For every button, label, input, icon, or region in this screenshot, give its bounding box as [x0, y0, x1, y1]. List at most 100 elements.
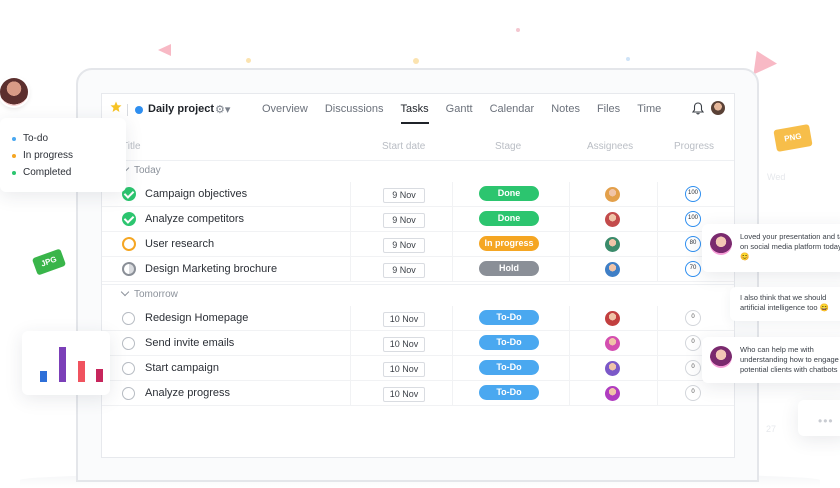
calendar-day-number: 27 — [766, 424, 777, 434]
task-title[interactable]: Start campaign — [145, 362, 219, 374]
progress-indicator: 0 — [685, 335, 701, 351]
divider — [452, 306, 453, 331]
task-row[interactable]: Design Marketing brochure 9 Nov Hold 70 — [102, 257, 734, 282]
task-row[interactable]: Start campaign 10 Nov To-Do 0 — [102, 356, 734, 381]
start-date-field[interactable]: 10 Nov — [383, 387, 425, 402]
task-title[interactable]: Analyze competitors — [145, 213, 244, 225]
task-row[interactable]: Send invite emails 10 Nov To-Do 0 — [102, 331, 734, 356]
stage-badge[interactable]: To-Do — [479, 310, 539, 325]
divider — [350, 356, 351, 381]
tab-tasks[interactable]: Tasks — [400, 94, 429, 126]
task-title[interactable]: Campaign objectives — [145, 188, 247, 200]
task-status-icon[interactable] — [122, 362, 135, 375]
divider — [452, 207, 453, 232]
progress-indicator: 70 — [685, 261, 701, 277]
divider — [569, 182, 570, 207]
task-row[interactable]: User research 9 Nov In progress 80 — [102, 232, 734, 257]
stage-badge[interactable]: To-Do — [479, 360, 539, 375]
stage-badge[interactable]: To-Do — [479, 335, 539, 350]
task-title[interactable]: Send invite emails — [145, 337, 234, 349]
divider — [350, 331, 351, 356]
divider — [102, 284, 734, 285]
team-member-avatar — [0, 78, 28, 106]
divider — [657, 381, 658, 406]
chart-bar — [59, 347, 66, 382]
task-title[interactable]: Design Marketing brochure — [145, 263, 277, 275]
divider — [657, 306, 658, 331]
progress-indicator: 0 — [685, 310, 701, 326]
stage-badge[interactable]: In progress — [479, 236, 539, 251]
column-header-start-date: Start date — [382, 141, 426, 152]
tab-discussions[interactable]: Discussions — [325, 94, 384, 126]
chat-message-text: Loved your presentation and take on soci… — [740, 232, 840, 261]
chat-message-text: Who can help me with understanding how t… — [740, 345, 839, 374]
assignee-avatar[interactable] — [605, 336, 620, 351]
task-status-icon[interactable] — [122, 262, 136, 276]
assignee-avatar[interactable] — [605, 311, 620, 326]
divider — [350, 306, 351, 331]
stage-badge[interactable]: Done — [479, 211, 539, 226]
tab-time[interactable]: Time — [637, 94, 661, 126]
section-label: Tomorrow — [134, 289, 178, 300]
assignee-avatar[interactable] — [605, 361, 620, 376]
task-status-icon[interactable] — [122, 212, 136, 226]
start-date-field[interactable]: 10 Nov — [383, 312, 425, 327]
stage-badge[interactable]: Done — [479, 186, 539, 201]
task-row[interactable]: Analyze competitors 9 Nov Done 100 — [102, 207, 734, 232]
divider — [350, 182, 351, 207]
divider — [569, 356, 570, 381]
bell-icon[interactable] — [692, 102, 704, 115]
progress-indicator: 80 — [685, 236, 701, 252]
tab-files[interactable]: Files — [597, 94, 620, 126]
task-row[interactable]: Analyze progress 10 Nov To-Do 0 — [102, 381, 734, 406]
row-divider — [102, 405, 734, 406]
section-header[interactable]: Today — [102, 160, 734, 181]
stage-badge[interactable]: Hold — [479, 261, 539, 276]
task-status-icon[interactable] — [122, 387, 135, 400]
user-avatar[interactable] — [711, 101, 725, 115]
divider — [657, 207, 658, 232]
dot-decoration — [626, 57, 630, 61]
completed-dot — [12, 170, 16, 175]
start-date-field[interactable]: 9 Nov — [383, 263, 425, 278]
tab-gantt[interactable]: Gantt — [446, 94, 473, 126]
start-date-field[interactable]: 10 Nov — [383, 337, 425, 352]
assignee-avatar[interactable] — [605, 187, 620, 202]
section-header[interactable]: Tomorrow — [102, 284, 734, 305]
tab-calendar[interactable]: Calendar — [490, 94, 535, 126]
task-status-icon[interactable] — [122, 312, 135, 325]
progress-indicator: 0 — [685, 385, 701, 401]
tab-notes[interactable]: Notes — [551, 94, 580, 126]
stage-badge[interactable]: To-Do — [479, 385, 539, 400]
assignee-avatar[interactable] — [605, 262, 620, 277]
divider — [569, 381, 570, 406]
chart-bar — [78, 361, 85, 382]
star-icon[interactable] — [110, 101, 122, 113]
assignee-avatar[interactable] — [605, 386, 620, 401]
dot-decoration — [516, 28, 520, 32]
divider — [569, 331, 570, 356]
png-file-badge: PNG — [773, 124, 813, 152]
start-date-field[interactable]: 9 Nov — [383, 238, 425, 253]
task-row[interactable]: Redesign Homepage 10 Nov To-Do 0 — [102, 306, 734, 331]
task-row[interactable]: Campaign objectives 9 Nov Done 100 — [102, 182, 734, 207]
task-title[interactable]: Redesign Homepage — [145, 312, 248, 324]
assignee-avatar[interactable] — [605, 212, 620, 227]
start-date-field[interactable]: 9 Nov — [383, 188, 425, 203]
progress-indicator: 100 — [685, 186, 701, 202]
tab-overview[interactable]: Overview — [262, 94, 308, 126]
task-title[interactable]: Analyze progress — [145, 387, 230, 399]
project-settings-icon[interactable]: ⚙▾ — [215, 103, 230, 116]
task-title[interactable]: User research — [145, 238, 214, 250]
divider — [657, 356, 658, 381]
section-label: Today — [134, 165, 161, 176]
project-title[interactable]: Daily project — [148, 103, 214, 115]
task-status-icon[interactable] — [122, 237, 136, 251]
start-date-field[interactable]: 10 Nov — [383, 362, 425, 377]
chevron-down-icon[interactable] — [120, 287, 130, 297]
column-header-stage: Stage — [495, 141, 522, 152]
assignee-avatar[interactable] — [605, 237, 620, 252]
task-status-icon[interactable] — [122, 337, 135, 350]
app-header: Daily project ⚙▾ Overview Discussions Ta… — [102, 94, 734, 126]
start-date-field[interactable]: 9 Nov — [383, 213, 425, 228]
